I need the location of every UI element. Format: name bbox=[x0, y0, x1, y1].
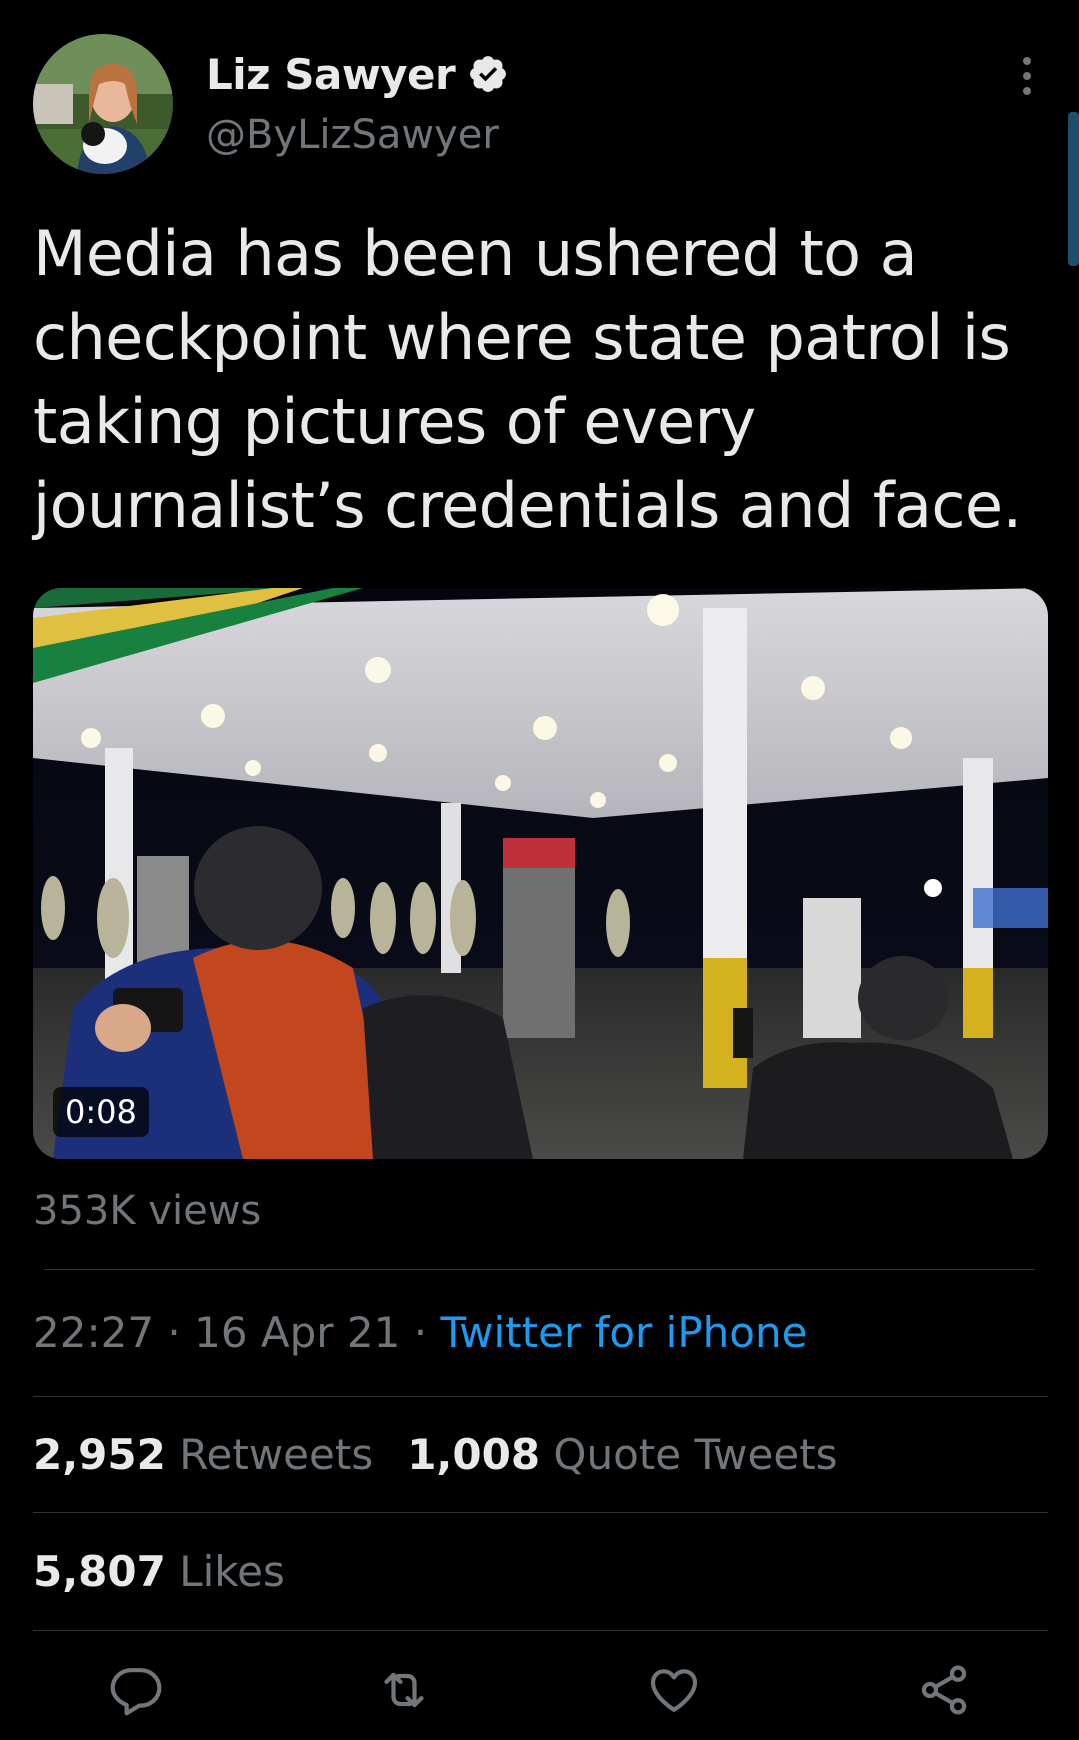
divider bbox=[33, 1512, 1048, 1513]
retweets-stat[interactable]: 2,952 Retweets bbox=[33, 1430, 373, 1479]
author-name-row[interactable]: Liz Sawyer bbox=[206, 46, 509, 102]
likes-stat[interactable]: 5,807 Likes bbox=[33, 1547, 285, 1596]
quote-tweets-stat[interactable]: 1,008 Quote Tweets bbox=[407, 1430, 837, 1479]
avatar[interactable] bbox=[33, 34, 173, 174]
divider bbox=[33, 1630, 1048, 1631]
tweet-meta: 22:27 · 16 Apr 21 · Twitter for iPhone bbox=[33, 1308, 807, 1357]
divider bbox=[44, 1269, 1035, 1270]
author-handle[interactable]: @ByLizSawyer bbox=[206, 112, 499, 158]
retweet-icon[interactable] bbox=[376, 1662, 432, 1718]
view-count: 353K views bbox=[33, 1188, 262, 1234]
video-thumbnail bbox=[33, 588, 1048, 1159]
quote-tweets-count: 1,008 bbox=[407, 1430, 541, 1479]
retweets-label: Retweets bbox=[179, 1430, 374, 1479]
meta-separator: · bbox=[413, 1308, 428, 1357]
video-duration-badge: 0:08 bbox=[53, 1087, 149, 1137]
meta-separator: · bbox=[167, 1308, 181, 1357]
reply-icon[interactable] bbox=[108, 1662, 164, 1718]
retweets-count: 2,952 bbox=[33, 1430, 166, 1479]
verified-badge-icon bbox=[467, 53, 509, 95]
engagement-stats: 2,952 Retweets 1,008 Quote Tweets bbox=[33, 1430, 838, 1479]
quote-tweets-label: Quote Tweets bbox=[553, 1430, 838, 1479]
tweet-time: 22:27 bbox=[33, 1308, 155, 1357]
more-options-icon[interactable] bbox=[1014, 54, 1040, 98]
divider bbox=[33, 1396, 1048, 1397]
tweet-text: Media has been ushered to a checkpoint w… bbox=[33, 217, 1022, 542]
tweet-source-link[interactable]: Twitter for iPhone bbox=[440, 1308, 807, 1357]
avatar-image bbox=[33, 34, 173, 174]
like-icon[interactable] bbox=[646, 1662, 702, 1718]
video-player[interactable]: 0:08 bbox=[33, 588, 1048, 1159]
tweet-action-bar bbox=[0, 1662, 1079, 1726]
likes-label: Likes bbox=[179, 1547, 285, 1596]
author-display-name[interactable]: Liz Sawyer bbox=[206, 50, 456, 99]
likes-count: 5,807 bbox=[33, 1547, 166, 1596]
share-icon[interactable] bbox=[916, 1662, 972, 1718]
tweet-date: 16 Apr 21 bbox=[194, 1308, 401, 1357]
scrollbar-thumb[interactable] bbox=[1068, 112, 1079, 266]
